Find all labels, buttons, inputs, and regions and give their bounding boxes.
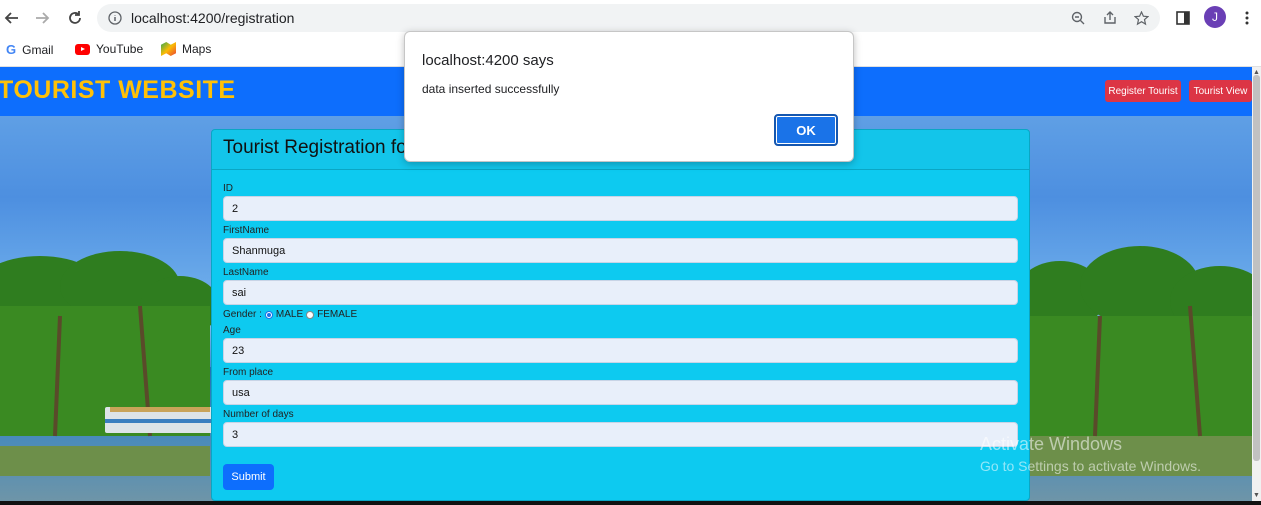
gender-label: Gender : [223,309,262,320]
ok-button[interactable]: OK [774,114,838,146]
female-label: FEMALE [317,309,358,320]
boat-stripe [105,419,215,423]
register-tourist-button[interactable]: Register Tourist [1105,80,1181,102]
site-brand[interactable]: TOURIST WEBSITE [0,76,236,105]
windows-watermark-subtitle: Go to Settings to activate Windows. [980,458,1201,474]
registration-card: Tourist Registration fo ID FirstName Las… [211,129,1030,501]
forward-icon[interactable] [30,6,54,30]
first-name-field[interactable] [223,238,1018,263]
bookmark-label: YouTube [96,42,144,56]
side-panel-icon[interactable] [1171,6,1195,30]
id-label: ID [223,183,233,194]
scroll-down-icon[interactable]: ▼ [1252,491,1261,500]
maps-icon [161,42,176,56]
avatar[interactable]: J [1204,6,1226,28]
from-place-label: From place [223,367,274,378]
back-icon[interactable] [0,6,24,30]
youtube-icon [75,43,90,55]
windows-watermark-title: Activate Windows [980,434,1123,454]
reload-icon[interactable] [63,6,87,30]
bookmark-gmail[interactable]: G Gmail [6,42,53,57]
dialog-message: data inserted successfully [422,82,560,96]
dialog-title: localhost:4200 says [422,52,554,69]
bookmark-youtube[interactable]: YouTube [75,42,143,56]
first-name-label: FirstName [223,225,270,236]
alert-dialog: localhost:4200 says data inserted succes… [404,31,854,162]
google-icon: G [6,42,17,57]
gender-row: Gender : MALE FEMALE [223,309,357,320]
form-title: Tourist Registration fo [223,137,407,158]
scrollbar-thumb[interactable] [1253,75,1260,461]
last-name-field[interactable] [223,280,1018,305]
taskbar-edge [0,501,1261,505]
bookmark-maps[interactable]: Maps [161,42,211,56]
avatar-letter: J [1212,10,1218,24]
info-icon[interactable] [106,9,124,27]
address-bar[interactable]: localhost:4200/registration [97,4,1160,32]
female-radio[interactable] [306,310,315,319]
tourist-view-button[interactable]: Tourist View [1189,80,1252,102]
boat-roof [110,407,210,412]
last-name-label: LastName [223,267,269,278]
bookmark-label: Gmail [22,42,54,57]
star-icon[interactable] [1132,9,1150,27]
age-label: Age [223,325,241,336]
male-label: MALE [275,309,304,320]
scroll-up-icon[interactable]: ▲ [1252,68,1261,77]
bookmark-label: Maps [182,42,212,56]
share-icon[interactable] [1101,9,1119,27]
days-label: Number of days [223,409,294,420]
from-place-field[interactable] [223,380,1018,405]
menu-icon[interactable] [1235,6,1259,30]
submit-button[interactable]: Submit [223,464,274,490]
id-field[interactable] [223,196,1018,221]
days-field[interactable] [223,422,1018,447]
male-radio[interactable] [264,310,273,319]
age-field[interactable] [223,338,1018,363]
zoom-icon[interactable] [1069,9,1087,27]
url-text[interactable]: localhost:4200/registration [131,10,294,26]
